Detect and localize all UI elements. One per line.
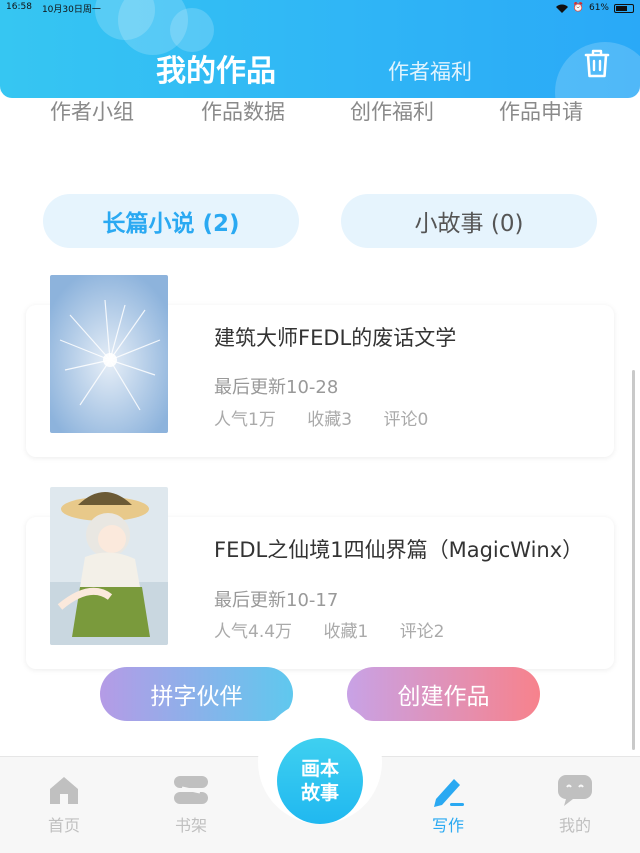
nav-bookshelf[interactable]: 书架 <box>151 772 231 836</box>
book-cover-image[interactable] <box>50 487 168 645</box>
status-bar: 16:58 10月30日周一 ⏰ 61% <box>0 0 640 16</box>
nav-creation-welfare[interactable]: 创作福利 <box>350 96 434 126</box>
book-stats: 人气1万 收藏3 评论0 <box>214 405 454 430</box>
nav-write-label: 写作 <box>431 816 464 835</box>
alarm-icon: ⏰ <box>572 3 584 13</box>
battery-percent: 61% <box>588 3 609 13</box>
trash-icon[interactable] <box>580 46 614 80</box>
scrollbar[interactable] <box>632 370 635 750</box>
nav-work-data[interactable]: 作品数据 <box>201 96 285 126</box>
nav-home[interactable]: 首页 <box>24 772 104 836</box>
status-time: 16:58 <box>6 1 32 12</box>
book-updated: 最后更新10-28 <box>214 377 339 398</box>
tab-long-novel[interactable]: 长篇小说 (2) <box>43 194 299 248</box>
book-title[interactable]: FEDL之仙境1四仙界篇（MagicWinx） <box>214 534 583 564</box>
comments-count: 评论0 <box>383 410 429 430</box>
nav-work-apply[interactable]: 作品申请 <box>499 96 583 126</box>
nav-bookshelf-label: 书架 <box>174 816 207 835</box>
page-title[interactable]: 我的作品 <box>156 46 276 90</box>
create-work-button[interactable]: 创建作品 <box>347 667 540 721</box>
picture-story-button[interactable]: 画本 故事 <box>277 738 363 824</box>
tab-short-story[interactable]: 小故事 (0) <box>341 194 597 248</box>
center-label-line2: 故事 <box>300 782 339 804</box>
word-partner-button[interactable]: 拼字伙伴 <box>100 667 293 721</box>
nav-mine[interactable]: 我的 <box>535 772 615 836</box>
comments-count: 评论2 <box>399 622 445 642</box>
tab-author-welfare[interactable]: 作者福利 <box>388 56 472 86</box>
book-title[interactable]: 建筑大师FEDL的废话文学 <box>214 322 456 352</box>
nav-home-label: 首页 <box>47 816 80 835</box>
author-tools-nav: 作者小组 作品数据 创作福利 作品申请 <box>0 92 640 156</box>
popularity-count: 人气4.4万 <box>214 622 293 642</box>
nav-write[interactable]: 写作 <box>408 772 488 836</box>
book-updated: 最后更新10-17 <box>214 590 339 611</box>
pen-icon <box>434 779 464 807</box>
nav-author-group[interactable]: 作者小组 <box>50 96 134 126</box>
favorites-count: 收藏3 <box>307 410 353 430</box>
nav-mine-label: 我的 <box>558 816 591 835</box>
popularity-count: 人气1万 <box>214 410 276 430</box>
home-icon <box>50 777 78 804</box>
wifi-icon <box>555 4 568 13</box>
book-stats: 人气4.4万 收藏1 评论2 <box>214 617 471 642</box>
book-cover-image[interactable] <box>50 275 168 433</box>
center-label-line1: 画本 <box>300 758 339 780</box>
battery-icon <box>614 3 634 13</box>
favorites-count: 收藏1 <box>323 622 369 642</box>
bookshelf-icon <box>174 776 208 804</box>
chat-bubble-icon <box>558 775 592 806</box>
status-date: 10月30日周一 <box>41 4 101 15</box>
